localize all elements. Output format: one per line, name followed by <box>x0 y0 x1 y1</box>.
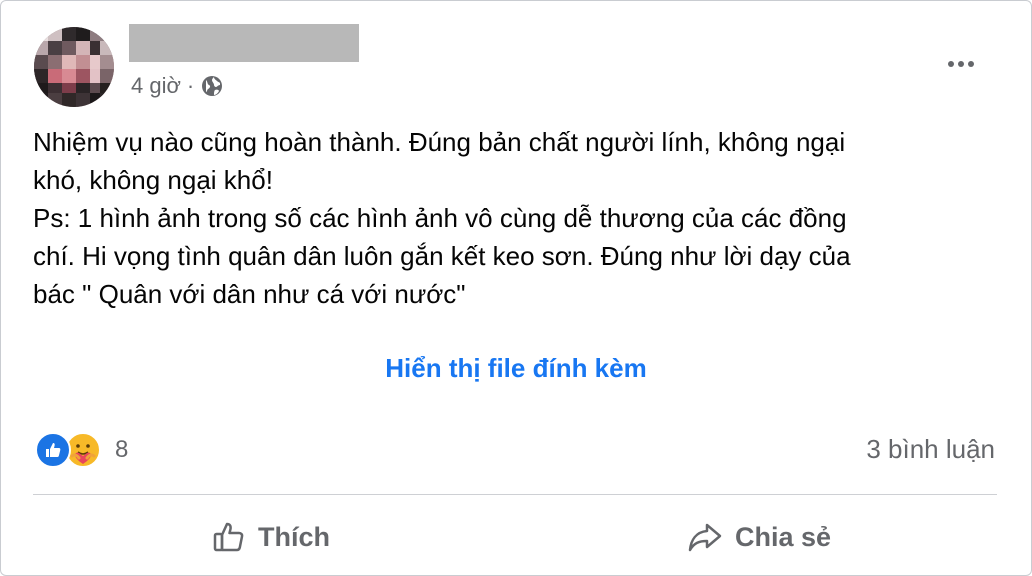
dot <box>958 61 964 67</box>
post-card: 4 giờ · Nhiệm vụ nào cũng hoàn thành. Đú… <box>0 0 1032 576</box>
comment-count-link[interactable]: 3 bình luận <box>866 434 995 465</box>
thumbs-up-icon <box>212 520 246 554</box>
like-icon <box>35 432 71 468</box>
post-body-line: Nhiệm vụ nào cũng hoàn thành. Đúng bản c… <box>33 127 846 157</box>
post-timestamp[interactable]: 4 giờ <box>131 73 181 99</box>
show-attachment-link[interactable]: Hiển thị file đính kèm <box>1 353 1031 384</box>
share-label: Chia sẻ <box>734 521 832 552</box>
reaction-count: 8 <box>115 436 129 463</box>
meta-separator: · <box>186 73 195 98</box>
share-button[interactable]: Chia sẻ <box>677 513 841 561</box>
share-arrow-icon <box>687 520 723 554</box>
post-body: Nhiệm vụ nào cũng hoàn thành. Đúng bản c… <box>33 123 993 313</box>
globe-icon[interactable] <box>200 74 224 98</box>
redacted-author-name <box>129 24 359 62</box>
post-body-line: chí. Hi vọng tình quân dân luôn gắn kết … <box>33 241 851 271</box>
post-body-line: Ps: 1 hình ảnh trong số các hình ảnh vô … <box>33 203 847 233</box>
post-body-line: khó, không ngại khổ! <box>33 165 273 195</box>
more-options-button[interactable] <box>941 49 981 79</box>
post-body-line: bác " Quân với dân như cá với nước" <box>33 279 466 309</box>
post-meta: 4 giờ · <box>131 71 224 101</box>
like-label: Thích <box>258 521 330 552</box>
divider <box>33 494 997 495</box>
avatar[interactable] <box>34 27 114 107</box>
dot <box>968 61 974 67</box>
reaction-summary[interactable]: 8 <box>35 432 128 468</box>
like-button[interactable]: Thích <box>201 513 341 561</box>
dot <box>948 61 954 67</box>
